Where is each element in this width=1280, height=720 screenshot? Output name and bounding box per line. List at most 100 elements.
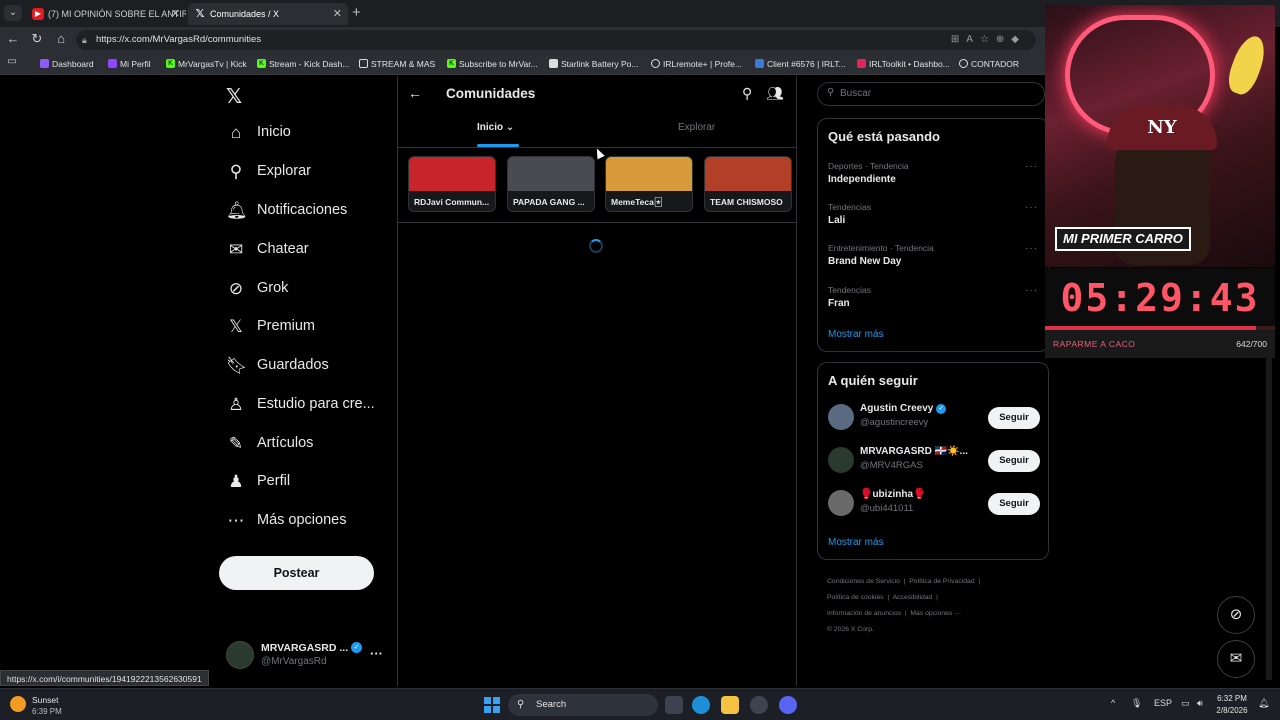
bookmark-kick-dash[interactable]: K Stream - Kick Dash... bbox=[257, 53, 349, 75]
page-scrollbar[interactable] bbox=[1266, 350, 1272, 680]
community-card[interactable]: PAPADA GANG ... bbox=[507, 156, 595, 212]
search-icon[interactable]: ⚲ bbox=[742, 85, 752, 102]
x-logo-icon: 𝕏 bbox=[229, 317, 243, 336]
community-card[interactable]: RDJavi Commun... bbox=[408, 156, 496, 212]
nav-item-notificaciones[interactable]: 🔔︎ Notificaciones bbox=[226, 198, 386, 226]
show-more-link[interactable]: Mostrar más bbox=[828, 537, 884, 548]
footer-link[interactable]: Política de cookies bbox=[827, 594, 884, 601]
bookmark-icon: 🔖︎ bbox=[226, 356, 248, 375]
nav-item-chatear[interactable]: ✉ Chatear bbox=[226, 237, 386, 265]
nav-item-grok[interactable]: ⊘ Grok bbox=[226, 276, 386, 304]
footer-link[interactable]: Política de Privacidad bbox=[909, 578, 974, 585]
weather-widget[interactable]: Sunset 6:39 PM bbox=[10, 693, 90, 719]
task-view-icon[interactable] bbox=[665, 696, 683, 714]
community-card[interactable]: MemeTeca🃏 bbox=[605, 156, 693, 212]
bookmark-icon bbox=[40, 59, 49, 68]
more-icon[interactable]: ··· bbox=[1025, 243, 1038, 254]
globe-icon bbox=[651, 59, 660, 68]
footer-link[interactable]: Más opciones ··· bbox=[910, 610, 961, 617]
close-tab-icon[interactable]: ✕ bbox=[333, 3, 342, 25]
new-tab-plus-icon[interactable]: + bbox=[352, 4, 361, 21]
address-bar-actions[interactable]: ⊞A☆⊕◆ bbox=[951, 30, 1026, 50]
bookmark-starlink[interactable]: Starlink Battery Po... bbox=[549, 53, 638, 75]
edge-icon[interactable] bbox=[692, 696, 710, 714]
volume-icon[interactable]: 🔊︎ bbox=[1197, 698, 1203, 709]
bookmark-contador[interactable]: CONTADOR bbox=[959, 53, 1019, 75]
trend-item[interactable]: Deportes · Tendencia Independiente ··· bbox=[828, 161, 1038, 193]
footer-link[interactable]: Información de anuncios bbox=[827, 610, 901, 617]
nav-item-estudio[interactable]: ♙ Estudio para cre... bbox=[226, 392, 386, 420]
follow-button[interactable]: Seguir bbox=[988, 493, 1040, 515]
nav-item-premium[interactable]: 𝕏 Premium bbox=[226, 314, 386, 342]
trend-item[interactable]: Entretenimiento · Tendencia Brand New Day… bbox=[828, 243, 1038, 275]
post-button[interactable]: Postear bbox=[219, 556, 374, 590]
follow-suggestion[interactable]: 🥊ubizinha🥊 @ubi441011 Seguir bbox=[828, 487, 1040, 519]
browser-tab-x-communities[interactable]: 𝕏 Comunidades / X ✕ bbox=[188, 3, 348, 25]
avatar bbox=[828, 490, 854, 516]
bookmarks-menu-icon[interactable]: ▭ bbox=[3, 56, 21, 67]
add-community-icon[interactable]: 👥︎ bbox=[766, 85, 784, 102]
home-icon[interactable]: ⌂ bbox=[52, 31, 70, 46]
more-circle-icon: ⋯ bbox=[227, 511, 245, 530]
stream-timer: 05:29:43 bbox=[1045, 268, 1275, 328]
tab-inicio[interactable]: Inicio ⌄ bbox=[477, 122, 514, 133]
bookmark-stream-mas[interactable]: STREAM & MAS bbox=[359, 53, 435, 75]
taskbar-search[interactable]: ⚲ Search bbox=[508, 694, 658, 716]
trend-item[interactable]: Tendencias Fran ··· bbox=[828, 285, 1038, 317]
x-logo-icon[interactable]: 𝕏 bbox=[226, 84, 242, 109]
refresh-icon[interactable]: ↻ bbox=[28, 31, 46, 47]
language-indicator[interactable]: ESP bbox=[1154, 698, 1172, 708]
network-icon[interactable]: ▭ bbox=[1181, 698, 1190, 709]
community-card[interactable]: TEAM CHISMOSO bbox=[704, 156, 792, 212]
goal-value: 642/700 bbox=[1236, 339, 1267, 349]
bookmark-client[interactable]: Client #6576 | IRLT... bbox=[755, 53, 846, 75]
bookmark-irltoolkit[interactable]: IRLToolkit • Dashbo... bbox=[857, 53, 950, 75]
tab-explorar[interactable]: Explorar bbox=[678, 122, 715, 133]
messages-mail-icon[interactable]: ✉ bbox=[1217, 640, 1255, 678]
more-icon[interactable]: ··· bbox=[1025, 285, 1038, 296]
nav-item-articulos[interactable]: ✎ Artículos bbox=[226, 431, 386, 459]
nav-item-perfil[interactable]: ♟ Perfil bbox=[226, 469, 386, 497]
footer-links: Condiciones de Servicio | Política de Pr… bbox=[827, 578, 981, 633]
nav-item-mas-opciones[interactable]: ⋯ Más opciones bbox=[226, 508, 386, 536]
show-more-link[interactable]: Mostrar más bbox=[828, 329, 884, 340]
close-tab-icon[interactable]: ✕ bbox=[171, 3, 180, 25]
more-icon[interactable]: ··· bbox=[370, 646, 383, 661]
nav-item-inicio[interactable]: ⌂ Inicio bbox=[226, 120, 386, 148]
bookmark-kick[interactable]: K MrVargasTv | Kick bbox=[166, 53, 247, 75]
account-switcher[interactable]: MRVARGASRD ... ✓ @MrVargasRd ··· bbox=[226, 640, 386, 670]
bookmark-mi-perfil[interactable]: Mi Perfil bbox=[108, 53, 151, 75]
tab-actions-chevron-icon[interactable]: ⌄ bbox=[4, 5, 22, 21]
browser-tab-youtube[interactable]: ▶ (7) MI OPINIÓN SOBRE EL ANTIRO ✕ bbox=[26, 3, 186, 25]
chevron-up-icon[interactable]: ^ bbox=[1111, 698, 1115, 708]
follow-suggestion[interactable]: Agustin Creevy ✓ @agustincreevy Seguir bbox=[828, 401, 1040, 433]
notification-bell-icon[interactable]: 🔔︎ bbox=[1258, 698, 1269, 709]
search-input[interactable]: ⚲ Buscar bbox=[817, 82, 1045, 106]
windows-start-icon[interactable] bbox=[484, 697, 500, 713]
grok-icon[interactable]: ⊘ bbox=[1217, 596, 1255, 634]
footer-link[interactable]: Accesibilidad bbox=[893, 594, 933, 601]
discord-icon[interactable] bbox=[779, 696, 797, 714]
bookmark-irlremote[interactable]: IRLremote+ | Profe... bbox=[651, 53, 742, 75]
bookmark-subscribe[interactable]: K Subscribe to MrVar... bbox=[447, 53, 538, 75]
person-icon: ♟ bbox=[228, 472, 244, 491]
irltoolkit-icon bbox=[857, 59, 866, 68]
nav-item-guardados[interactable]: 🔖︎ Guardados bbox=[226, 353, 386, 381]
trend-item[interactable]: Tendencias Lali ··· bbox=[828, 202, 1038, 234]
file-explorer-icon[interactable] bbox=[721, 696, 739, 714]
address-bar[interactable]: 🔒︎ https://x.com/MrVargasRd/communities … bbox=[76, 30, 1036, 50]
back-arrow-icon[interactable]: ← bbox=[4, 31, 22, 46]
microphone-icon[interactable]: 🎙︎ bbox=[1131, 698, 1142, 709]
footer-link[interactable]: Condiciones de Servicio bbox=[827, 578, 900, 585]
follow-button[interactable]: Seguir bbox=[988, 407, 1040, 429]
bookmark-dashboard[interactable]: Dashboard bbox=[40, 53, 94, 75]
system-clock[interactable]: 6:32 PM 2/8/2026 bbox=[1210, 693, 1254, 717]
app-icon[interactable] bbox=[750, 696, 768, 714]
x-logo-icon: 𝕏 bbox=[195, 8, 205, 20]
more-icon[interactable]: ··· bbox=[1025, 161, 1038, 172]
follow-suggestion[interactable]: MRVARGASRD 🇩🇴☀️... @MRV4RGAS Seguir bbox=[828, 444, 1040, 476]
nav-item-explorar[interactable]: ⚲ Explorar bbox=[226, 159, 386, 187]
back-arrow-icon[interactable]: ← bbox=[408, 85, 422, 101]
follow-button[interactable]: Seguir bbox=[988, 450, 1040, 472]
more-icon[interactable]: ··· bbox=[1025, 202, 1038, 213]
